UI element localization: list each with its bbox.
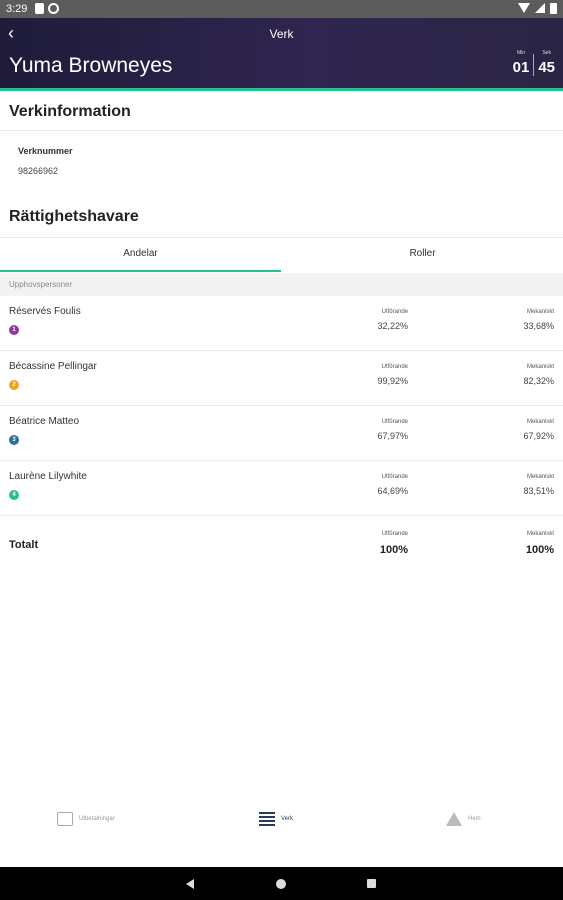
minutes-value: 01 — [512, 59, 530, 76]
header-accent-line — [0, 88, 563, 91]
mekaniskt-value: 33,68% — [523, 321, 554, 331]
minutes-label: Min — [516, 50, 525, 56]
info-section-title: Verkinformation — [9, 103, 131, 120]
seconds-value: 45 — [538, 59, 555, 76]
utforande-value: 64,69% — [377, 486, 408, 496]
rightsholder-name: Béatrice Matteo — [9, 416, 80, 427]
mekaniskt-label: Mekaniskt — [526, 309, 554, 315]
total-mekaniskt: 100% — [525, 544, 554, 556]
index-badge: 3 — [9, 435, 19, 445]
nav-label: Verk — [281, 816, 294, 822]
mekaniskt-label: Mekaniskt — [526, 474, 554, 480]
bottom-nav: Utbetalningar Verk Hem — [0, 800, 563, 844]
wifi-icon — [518, 3, 530, 13]
group-label: Upphovspersoner — [9, 280, 73, 289]
list-item: Béatrice Matteo 3 Utförande 67,97% Mekan… — [0, 406, 563, 461]
divider — [0, 130, 563, 131]
payments-icon — [57, 812, 73, 826]
rightsholder-name: Laurène Lilywhite — [9, 471, 87, 482]
nav-verk[interactable]: Verk — [259, 812, 293, 826]
list-item: Réservés Foulis 1 Utförande 32,22% Mekan… — [0, 296, 563, 351]
home-icon — [446, 812, 462, 826]
utforande-label: Utförande — [381, 474, 408, 480]
system-back-icon[interactable] — [186, 879, 194, 889]
mekaniskt-label: Mekaniskt — [526, 531, 554, 537]
mekaniskt-label: Mekaniskt — [526, 364, 554, 370]
nav-utbetalningar[interactable]: Utbetalningar — [57, 812, 115, 826]
utforande-label: Utförande — [381, 419, 408, 425]
rightsholder-name: Réservés Foulis — [9, 306, 81, 317]
utforande-value: 67,97% — [377, 431, 408, 441]
status-time: 3:29 — [6, 3, 28, 15]
mekaniskt-value: 83,51% — [523, 486, 554, 496]
duration-display: Min 01 Sek 45 — [513, 50, 555, 76]
index-badge: 1 — [9, 325, 19, 335]
seconds-label: Sek — [542, 50, 551, 56]
mekaniskt-value: 82,32% — [523, 376, 554, 386]
rights-section-title: Rättighetshavare — [9, 208, 139, 225]
mekaniskt-label: Mekaniskt — [526, 419, 554, 425]
status-bar: 3:29 — [0, 0, 563, 18]
utforande-label: Utförande — [381, 531, 408, 537]
index-badge: 2 — [9, 380, 19, 390]
tab-andelar[interactable]: Andelar — [0, 240, 281, 272]
system-recents-icon[interactable] — [367, 879, 376, 888]
app-header: ‹ Verk Yuma Browneyes Min 01 Sek 45 — [0, 18, 563, 88]
list-item: Laurène Lilywhite 4 Utförande 64,69% Mek… — [0, 461, 563, 516]
divider — [0, 237, 563, 238]
group-header: Upphovspersoner — [0, 273, 563, 296]
nav-hem[interactable]: Hem — [446, 812, 481, 826]
duration-divider — [533, 54, 535, 76]
page-title: Verk — [269, 27, 294, 41]
utforande-value: 32,22% — [377, 321, 408, 331]
work-title: Yuma Browneyes — [9, 54, 173, 77]
work-number-value: 98266962 — [18, 166, 59, 176]
tab-roller[interactable]: Roller — [282, 240, 563, 272]
mekaniskt-value: 67,92% — [523, 431, 554, 441]
sync-icon — [48, 3, 59, 14]
total-utforande: 100% — [379, 544, 408, 556]
rights-tabs: Andelar Roller — [0, 240, 563, 272]
utforande-value: 99,92% — [377, 376, 408, 386]
utforande-label: Utförande — [381, 364, 408, 370]
list-item: Bécassine Pellingar 2 Utförande 99,92% M… — [0, 351, 563, 406]
nav-label: Hem — [468, 816, 481, 822]
rightsholder-name: Bécassine Pellingar — [9, 361, 97, 372]
battery-icon — [550, 3, 557, 14]
system-nav-bar — [0, 867, 563, 900]
total-label: Totalt — [9, 539, 39, 551]
work-number-label: Verknummer — [18, 146, 73, 156]
utforande-label: Utförande — [381, 309, 408, 315]
signal-icon — [535, 3, 545, 13]
total-row: Totalt Utförande 100% Mekaniskt 100% — [0, 518, 563, 568]
sd-card-icon — [35, 3, 44, 14]
system-home-icon[interactable] — [276, 879, 286, 889]
index-badge: 4 — [9, 490, 19, 500]
nav-label: Utbetalningar — [79, 816, 115, 822]
works-list-icon — [259, 812, 275, 826]
